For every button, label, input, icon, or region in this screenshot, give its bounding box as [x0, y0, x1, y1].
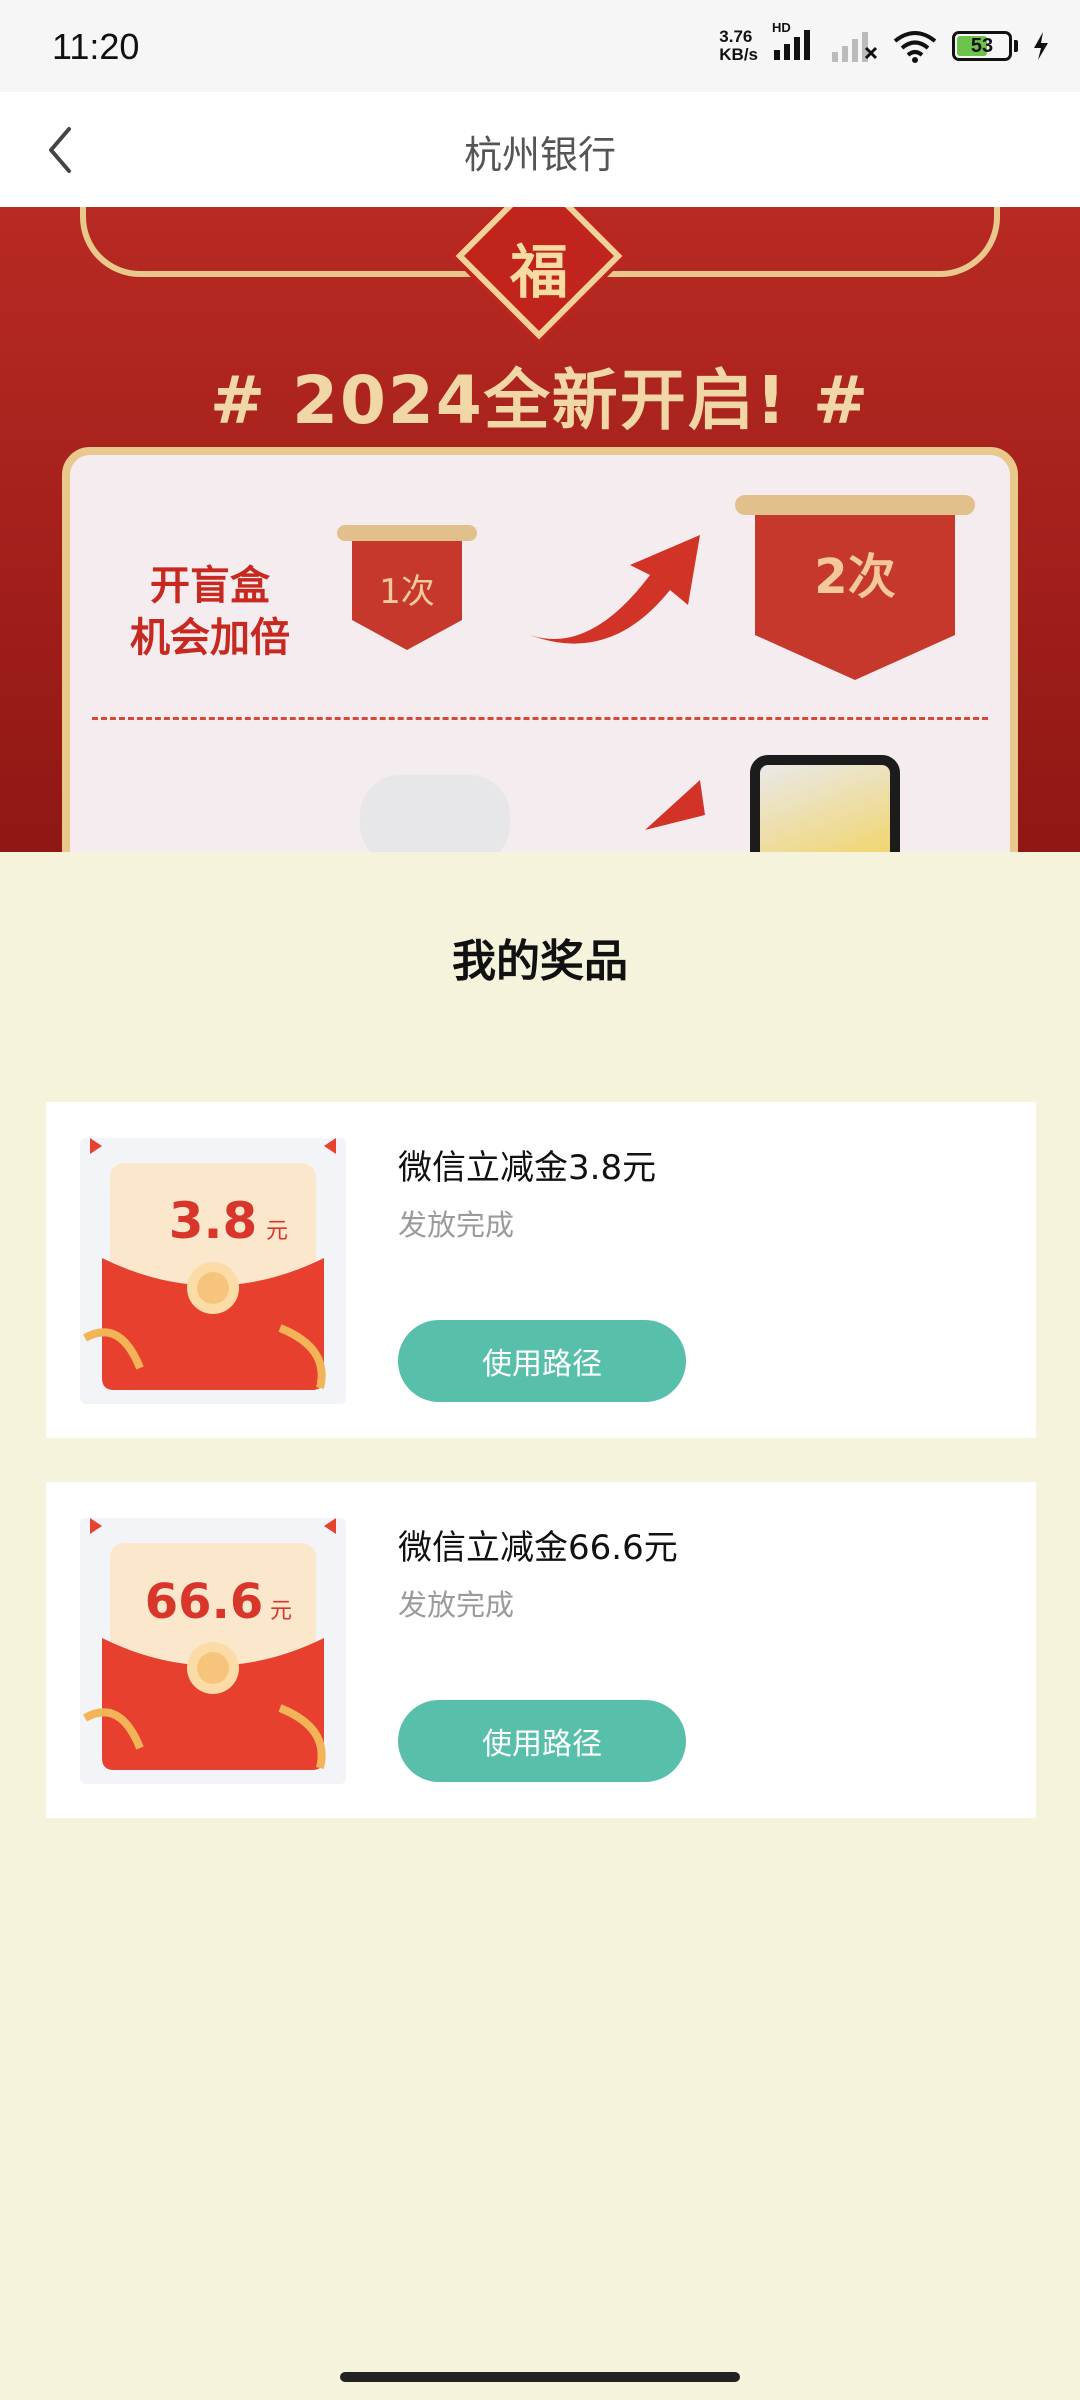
no-signal-icon — [832, 32, 878, 62]
page-title: 杭州银行 — [463, 133, 616, 177]
usage-path-button[interactable]: 使用路径 — [398, 1320, 686, 1402]
usage-path-button[interactable]: 使用路径 — [398, 1700, 686, 1782]
network-speed-unit: KB/s — [719, 45, 758, 64]
red-envelope-thumbnail: 3.8 元 — [80, 1138, 346, 1404]
network-speed: 3.76 KB/s — [719, 28, 758, 64]
prize-name: 微信立减金66.6元 — [398, 1528, 678, 1568]
signal-icon: HD — [772, 20, 816, 64]
banner-card: 开盲盒 机会加倍 1次 2次 — [62, 447, 1018, 852]
scroll-banner-large-icon: 2次 — [730, 485, 980, 685]
promo-banner: 福 # 2024全新开启! # 开盲盒 机会加倍 1次 2次 — [0, 207, 1080, 852]
section-title-my-prizes: 我的奖品 — [452, 936, 628, 987]
status-bar: 11:20 3.76 KB/s HD 53 — [0, 0, 1080, 92]
status-time: 11:20 — [52, 26, 140, 67]
count-before-label: 1次 — [379, 572, 435, 612]
envelope-amount: 66.6 — [145, 1574, 263, 1630]
network-speed-value: 3.76 — [719, 27, 753, 46]
prize-status: 发放完成 — [398, 1208, 515, 1242]
double-chance-line-1: 开盲盒 — [150, 563, 270, 609]
count-after-label: 2次 — [814, 549, 895, 605]
red-ribbon-icon — [640, 775, 710, 835]
envelope-unit: 元 — [266, 1219, 288, 1244]
red-envelope-thumbnail: 66.6 元 — [80, 1518, 346, 1784]
tablet-image — [750, 755, 900, 852]
divider-dashed — [92, 717, 988, 720]
double-chance-line-2: 机会加倍 — [130, 615, 290, 661]
home-indicator[interactable] — [340, 2372, 740, 2382]
prize-card: 3.8 元 微信立减金3.8元 发放完成 使用路径 — [46, 1102, 1036, 1438]
double-chance-label: 开盲盒 机会加倍 — [110, 560, 310, 664]
battery-icon: 53 — [952, 31, 1018, 61]
banner-headline: # 2024全新开启! # — [209, 362, 871, 439]
envelope-unit: 元 — [270, 1599, 292, 1624]
prize-name: 微信立减金3.8元 — [398, 1148, 657, 1188]
prize-card: 66.6 元 微信立减金66.6元 发放完成 使用路径 — [46, 1482, 1036, 1818]
charging-icon — [1034, 32, 1048, 60]
prize-status: 发放完成 — [398, 1588, 515, 1622]
scroll-banner-small-icon: 1次 — [332, 515, 482, 665]
earbuds-image — [360, 775, 510, 852]
wifi-icon — [893, 31, 937, 63]
nav-bar: 杭州银行 — [0, 92, 1080, 207]
fu-character: 福 — [509, 238, 568, 306]
battery-level: 53 — [970, 34, 994, 57]
envelope-amount: 3.8 — [169, 1192, 258, 1250]
increase-arrow-icon — [520, 525, 710, 655]
status-icons: 3.76 KB/s HD 53 — [719, 20, 1050, 64]
network-type-label: HD — [772, 20, 791, 35]
